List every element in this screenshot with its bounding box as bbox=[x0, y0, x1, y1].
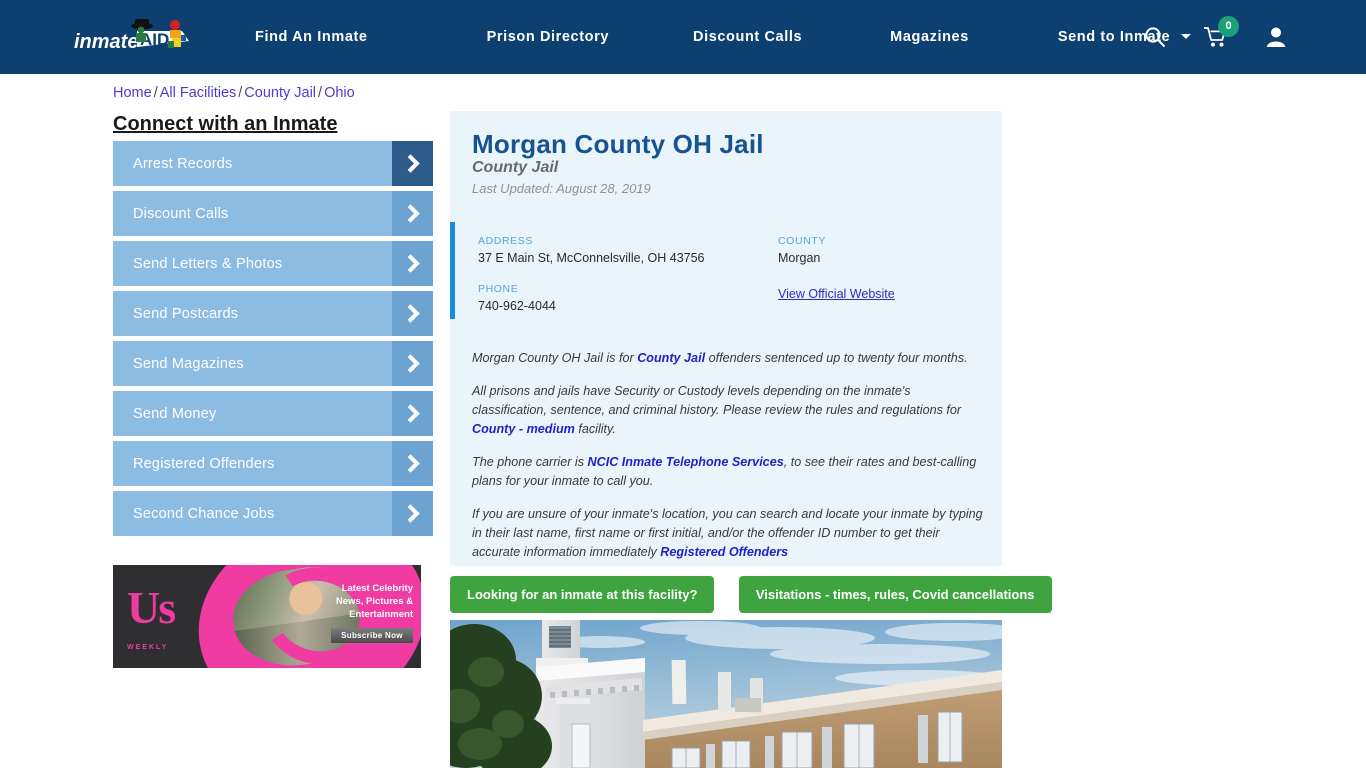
chevron-right-icon bbox=[392, 391, 433, 436]
sidebar-item-label: Send Postcards bbox=[133, 305, 239, 322]
ad-copy-line-2: News, Pictures & bbox=[335, 596, 413, 607]
county-value: Morgan bbox=[778, 251, 821, 265]
sidebar-item-send-postcards[interactable]: Send Postcards bbox=[113, 291, 433, 336]
sidebar-item-label: Send Letters & Photos bbox=[133, 255, 283, 272]
facility-type: County Jail bbox=[472, 159, 559, 176]
breadcrumb: Home / All Facilities / County Jail / Ohio bbox=[113, 85, 355, 101]
desc-text: facility. bbox=[574, 422, 616, 436]
chevron-right-icon bbox=[392, 141, 433, 186]
description-paragraph-4: If you are unsure of your inmate's locat… bbox=[472, 505, 984, 562]
desc-text: The phone carrier is bbox=[472, 455, 588, 469]
sidebar-item-label: Send Money bbox=[133, 405, 217, 422]
chevron-right-icon bbox=[392, 491, 433, 536]
sidebar-item-label: Arrest Records bbox=[133, 155, 233, 172]
phone-label: PHONE bbox=[478, 283, 519, 295]
sidebar-item-send-letters-photos[interactable]: Send Letters & Photos bbox=[113, 241, 433, 286]
chevron-right-icon bbox=[392, 291, 433, 336]
breadcrumb-item-home[interactable]: Home bbox=[113, 85, 152, 101]
accent-bar bbox=[450, 222, 455, 319]
chevron-right-icon bbox=[392, 341, 433, 386]
facility-info-panel: Morgan County OH Jail County Jail Last U… bbox=[450, 111, 1002, 566]
link-county-jail[interactable]: County Jail bbox=[637, 351, 705, 365]
ad-copy-line-1: Latest Celebrity bbox=[341, 583, 413, 594]
contact-column-left: ADDRESS 37 E Main St, McConnelsville, OH… bbox=[478, 235, 758, 313]
sidebar-item-second-chance-jobs[interactable]: Second Chance Jobs bbox=[113, 491, 433, 536]
phone-value: 740-962-4044 bbox=[478, 299, 556, 313]
user-account-icon[interactable] bbox=[1266, 26, 1286, 53]
nav-item-prison-directory[interactable]: Prison Directory bbox=[487, 29, 609, 45]
breadcrumb-item-ohio[interactable]: Ohio bbox=[324, 85, 355, 101]
main-nav: Find An Inmate Prison Directory Discount… bbox=[255, 0, 1191, 74]
official-website-link[interactable]: View Official Website bbox=[778, 287, 895, 301]
desc-text: Morgan County OH Jail is for bbox=[472, 351, 638, 365]
sidebar-item-send-magazines[interactable]: Send Magazines bbox=[113, 341, 433, 386]
description-paragraph-1: Morgan County OH Jail is for County Jail… bbox=[472, 349, 984, 368]
contact-column-right: COUNTY Morgan View Official Website bbox=[778, 235, 988, 303]
sidebar-title: Connect with an Inmate bbox=[113, 113, 338, 135]
sidebar-item-label: Second Chance Jobs bbox=[133, 505, 275, 522]
sidebar-item-label: Registered Offenders bbox=[133, 455, 275, 472]
desc-text: All prisons and jails have Security or C… bbox=[472, 384, 962, 417]
courthouse-photo-graphic bbox=[450, 620, 1002, 768]
sidebar-item-label: Discount Calls bbox=[133, 205, 229, 222]
nav-item-find-an-inmate[interactable]: Find An Inmate bbox=[255, 29, 368, 45]
link-county-medium[interactable]: County - medium bbox=[472, 422, 575, 436]
page-title: Morgan County OH Jail bbox=[472, 129, 764, 159]
description-paragraph-3: The phone carrier is NCIC Inmate Telepho… bbox=[472, 453, 984, 491]
breadcrumb-separator: / bbox=[318, 85, 323, 101]
nav-item-discount-calls[interactable]: Discount Calls bbox=[693, 29, 802, 45]
action-button-row: Looking for an inmate at this facility? … bbox=[450, 576, 1052, 613]
address-block: ADDRESS 37 E Main St, McConnelsville, OH… bbox=[478, 235, 758, 265]
ad-copy: Latest Celebrity News, Pictures & Entert… bbox=[303, 582, 413, 621]
ad-copy-line-3: Entertainment bbox=[349, 609, 413, 620]
breadcrumb-item-county-jail[interactable]: County Jail bbox=[244, 85, 316, 101]
nav-item-send-to-inmate[interactable]: Send to Inmate bbox=[1058, 29, 1191, 45]
phone-block: PHONE 740-962-4044 bbox=[478, 283, 758, 313]
desc-text: offenders sentenced up to twenty four mo… bbox=[705, 351, 968, 365]
link-ncic[interactable]: NCIC Inmate Telephone Services bbox=[588, 455, 784, 469]
breadcrumb-item-all-facilities[interactable]: All Facilities bbox=[160, 85, 237, 101]
facility-description: Morgan County OH Jail is for County Jail… bbox=[472, 349, 984, 576]
sidebar-menu: Arrest Records Discount Calls Send Lette… bbox=[113, 141, 433, 541]
sidebar-item-registered-offenders[interactable]: Registered Offenders bbox=[113, 441, 433, 486]
link-registered-offenders[interactable]: Registered Offenders bbox=[660, 545, 788, 559]
inmate-search-button[interactable]: Looking for an inmate at this facility? bbox=[450, 576, 715, 613]
last-updated-text: Last Updated: August 28, 2019 bbox=[472, 181, 651, 196]
cart-count-badge: 0 bbox=[1218, 16, 1239, 37]
ad-brand-sub: WEEKLY bbox=[127, 644, 169, 651]
advertisement-banner[interactable]: Us WEEKLY Latest Celebrity News, Picture… bbox=[113, 565, 421, 668]
county-label: COUNTY bbox=[778, 235, 826, 247]
ad-brand-logo: Us WEEKLY bbox=[127, 585, 176, 668]
chevron-right-icon bbox=[392, 241, 433, 286]
inmateaid-logo-icon[interactable]: inmate AID bbox=[74, 17, 196, 57]
description-paragraph-2: All prisons and jails have Security or C… bbox=[472, 382, 984, 439]
chevron-right-icon bbox=[392, 191, 433, 236]
chevron-down-icon bbox=[1180, 34, 1191, 39]
county-block: COUNTY Morgan bbox=[778, 235, 988, 265]
visitations-button[interactable]: Visitations - times, rules, Covid cancel… bbox=[738, 576, 1052, 613]
sidebar-item-discount-calls[interactable]: Discount Calls bbox=[113, 191, 433, 236]
sidebar-item-arrest-records[interactable]: Arrest Records bbox=[113, 141, 433, 186]
search-icon[interactable] bbox=[1144, 26, 1166, 53]
svg-text:inmate: inmate bbox=[74, 31, 138, 53]
sidebar-item-send-money[interactable]: Send Money bbox=[113, 391, 433, 436]
facility-photo bbox=[450, 620, 1002, 768]
address-label: ADDRESS bbox=[478, 235, 533, 247]
chevron-right-icon bbox=[392, 441, 433, 486]
sidebar-item-label: Send Magazines bbox=[133, 355, 244, 372]
address-value: 37 E Main St, McConnelsville, OH 43756 bbox=[478, 251, 705, 265]
site-header: inmate AID Find An Inmate Prison Directo… bbox=[0, 0, 1366, 74]
cart-icon[interactable]: 0 bbox=[1203, 16, 1239, 53]
breadcrumb-separator: / bbox=[153, 85, 158, 101]
ad-subscribe-button[interactable]: Subscribe Now bbox=[331, 628, 413, 643]
nav-item-magazines[interactable]: Magazines bbox=[890, 29, 969, 45]
